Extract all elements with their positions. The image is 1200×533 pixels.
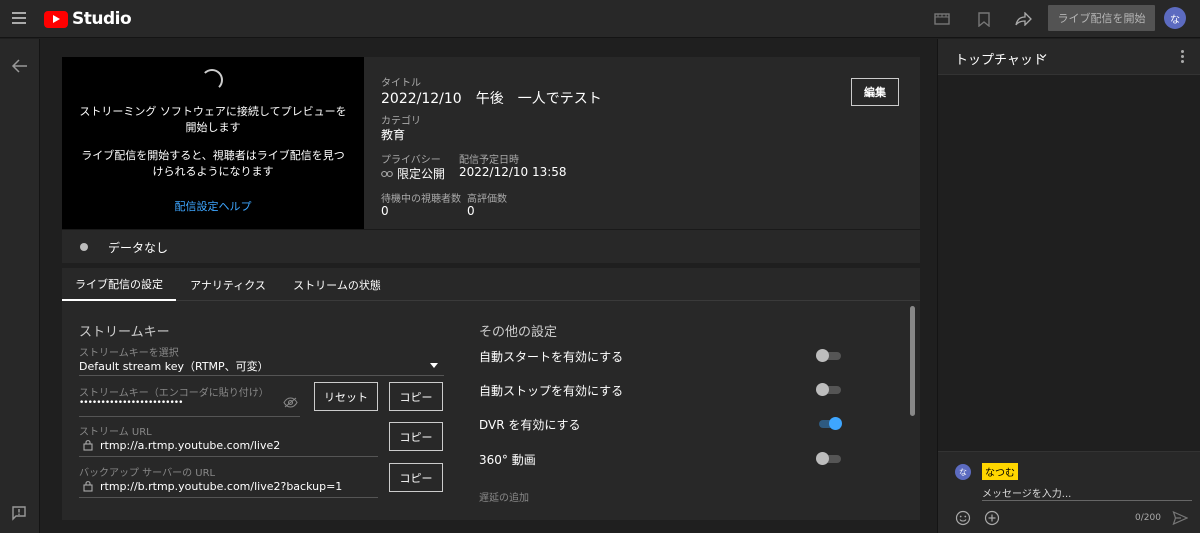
stream-url-value: rtmp://a.rtmp.youtube.com/live2 xyxy=(100,439,281,452)
feedback-icon[interactable] xyxy=(11,505,27,521)
delay-label: 遅延の追加 xyxy=(479,493,529,504)
tab-live-settings[interactable]: ライブ配信の設定 xyxy=(62,268,176,301)
back-arrow-icon[interactable] xyxy=(11,57,29,75)
backup-url-value: rtmp://b.rtmp.youtube.com/live2?backup=1 xyxy=(100,480,343,493)
visibility-off-icon[interactable] xyxy=(283,397,298,408)
privacy-value: 限定公開 xyxy=(381,165,445,182)
chat-user-name: なつむ xyxy=(982,463,1018,480)
stream-key-label: ストリームキー（エンコーダに貼り付け） xyxy=(79,388,269,399)
settings-tabs: ライブ配信の設定 アナリティクス ストリームの状態 xyxy=(62,268,920,301)
live-chat-panel: トップチャット な なつむ メッセージを入力... 0/200 xyxy=(937,39,1200,533)
tab-analytics[interactable]: アナリティクス xyxy=(182,268,274,301)
video-360-label: 360° 動画 xyxy=(479,453,536,467)
chat-input-area: な なつむ メッセージを入力... 0/200 xyxy=(938,451,1200,533)
tab-stream-health[interactable]: ストリームの状態 xyxy=(284,268,390,301)
account-avatar[interactable]: な xyxy=(1164,7,1186,29)
link-icon xyxy=(381,170,393,177)
dvr-toggle[interactable] xyxy=(816,415,842,433)
chat-header: トップチャット xyxy=(938,39,1200,75)
film-icon[interactable] xyxy=(932,9,952,29)
loading-spinner-icon xyxy=(201,69,223,91)
other-settings-title: その他の設定 xyxy=(479,325,558,340)
video-360-toggle[interactable] xyxy=(816,450,842,468)
stream-url-label: ストリーム URL xyxy=(79,427,152,438)
settings-scrollbar[interactable] xyxy=(910,306,915,416)
stream-settings-help-link[interactable]: 配信設定ヘルプ xyxy=(62,198,364,214)
dropdown-arrow-icon[interactable] xyxy=(430,363,438,368)
auto-stop-toggle[interactable] xyxy=(816,381,842,399)
edit-button[interactable]: 編集 xyxy=(851,78,899,106)
auto-stop-label: 自動ストップを有効にする xyxy=(479,384,624,398)
stream-key-select-value[interactable]: Default stream key（RTMP、可変） xyxy=(79,358,269,374)
stream-health-row: データなし xyxy=(62,229,920,263)
auto-start-label: 自動スタートを有効にする xyxy=(479,350,624,364)
dvr-label: DVR を有効にする xyxy=(479,418,581,432)
scheduled-label: 配信予定日時 xyxy=(459,155,519,166)
chat-message-input[interactable]: メッセージを入力... xyxy=(982,485,1071,500)
copy-url-button[interactable]: コピー xyxy=(389,422,443,451)
chat-avatar: な xyxy=(955,464,971,480)
share-icon[interactable] xyxy=(1013,9,1033,29)
stream-key-value[interactable]: •••••••••••••••••••••••• xyxy=(79,398,183,408)
copy-key-button[interactable]: コピー xyxy=(389,382,443,411)
preview-message-connect: ストリーミング ソフトウェアに接続してプレビューを開始します xyxy=(79,105,347,134)
send-icon[interactable] xyxy=(1172,510,1188,526)
stream-key-select-label: ストリームキーを選択 xyxy=(79,348,179,359)
left-rail xyxy=(0,39,40,533)
waiting-viewers-value: 0 xyxy=(381,204,389,218)
stream-preview: ストリーミング ソフトウェアに接続してプレビューを開始します ライブ配信を開始す… xyxy=(62,57,364,229)
more-options-icon[interactable] xyxy=(1181,50,1185,64)
reset-key-button[interactable]: リセット xyxy=(314,382,378,411)
status-dot-icon xyxy=(80,243,88,251)
menu-icon[interactable] xyxy=(12,12,26,24)
title-label: タイトル xyxy=(381,78,421,89)
emoji-icon[interactable] xyxy=(955,510,971,526)
stream-key-title: ストリームキー xyxy=(79,325,170,340)
preview-message-start: ライブ配信を開始すると、視聴者はライブ配信を見つけられるようになります xyxy=(81,149,345,178)
data-status-text: データなし xyxy=(108,241,169,255)
youtube-logo-icon xyxy=(44,10,68,28)
auto-start-toggle[interactable] xyxy=(816,347,842,365)
category-label: カテゴリ xyxy=(381,116,421,127)
copy-backup-url-button[interactable]: コピー xyxy=(389,463,443,492)
likes-label: 高評価数 xyxy=(467,194,507,205)
scheduled-value: 2022/12/10 13:58 xyxy=(459,165,567,179)
add-icon[interactable] xyxy=(984,510,1000,526)
category-value: 教育 xyxy=(381,128,406,142)
waiting-viewers-label: 待機中の視聴者数 xyxy=(381,194,461,205)
privacy-label: プライバシー xyxy=(381,155,441,166)
studio-logo[interactable]: Studio xyxy=(44,9,132,29)
backup-underline xyxy=(79,497,378,498)
stream-title: 2022/12/10 午後 一人でテスト xyxy=(381,91,602,107)
likes-value: 0 xyxy=(467,204,475,218)
lock-icon xyxy=(83,440,93,451)
top-bar: Studio ライブ配信を開始 な xyxy=(0,0,1200,38)
char-counter: 0/200 xyxy=(1135,513,1161,523)
url-underline xyxy=(79,456,378,457)
select-underline xyxy=(79,375,444,376)
privacy-text: 限定公開 xyxy=(397,167,446,181)
backup-url-label: バックアップ サーバーの URL xyxy=(79,468,216,479)
chat-title[interactable]: トップチャット xyxy=(955,49,1046,68)
bookmark-icon[interactable] xyxy=(974,9,994,29)
chat-input-underline xyxy=(982,500,1192,501)
start-live-button[interactable]: ライブ配信を開始 xyxy=(1048,5,1155,31)
main-content: ストリーミング ソフトウェアに接続してプレビューを開始します ライブ配信を開始す… xyxy=(41,39,936,533)
chevron-down-icon[interactable] xyxy=(1039,52,1047,60)
stream-settings-panel: ライブ配信の設定 アナリティクス ストリームの状態 ストリームキー ストリームキ… xyxy=(62,268,920,520)
key-underline xyxy=(79,416,300,417)
stream-info-card: ストリーミング ソフトウェアに接続してプレビューを開始します ライブ配信を開始す… xyxy=(62,57,920,229)
logo-text: Studio xyxy=(72,9,132,29)
lock-icon xyxy=(83,481,93,492)
